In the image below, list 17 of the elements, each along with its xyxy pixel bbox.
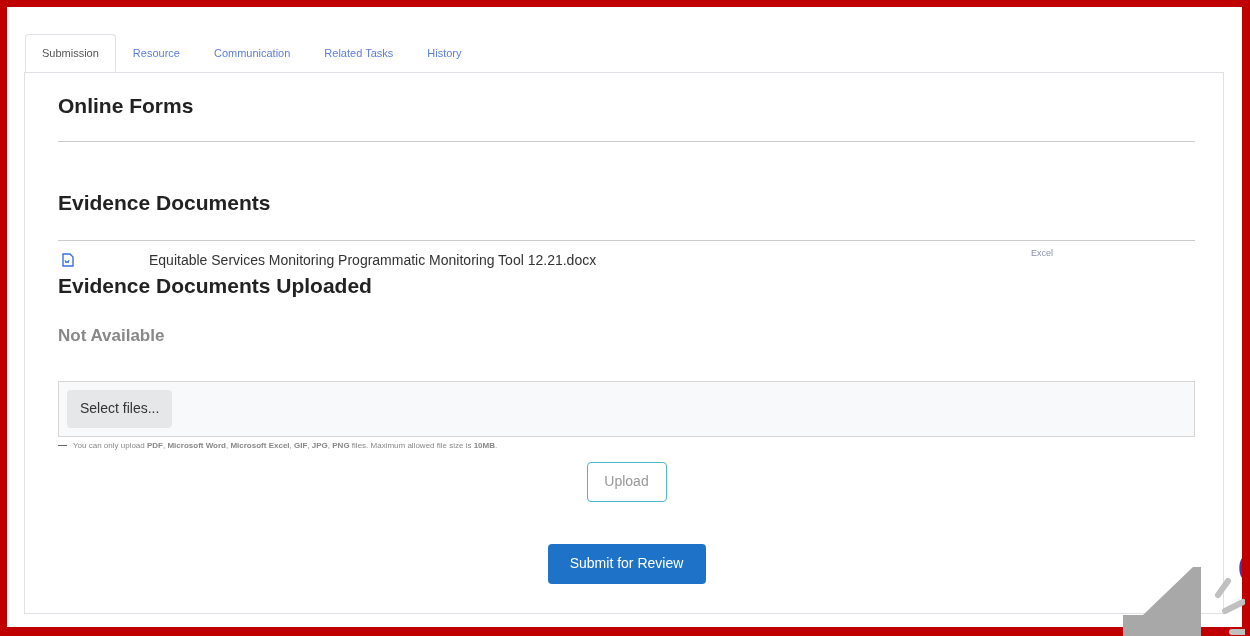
select-files-button[interactable]: Select files... (67, 389, 173, 428)
file-drop-zone[interactable]: Select files... (58, 380, 1195, 437)
section-heading: Online Forms (58, 93, 195, 119)
file-type: Excel (1031, 247, 1053, 261)
document-icon (62, 253, 74, 267)
upload-hint: You can only upload PDF, Microsoft Word, Microsoft Excel, GIF, JPG, PNG files. Maximum allowed file size is 10MB. (73, 439, 498, 452)
upload-button[interactable]: Upload (586, 461, 667, 502)
tab[interactable]: Communication (196, 34, 308, 72)
tab[interactable]: History (410, 34, 479, 72)
tab[interactable]: Submission (25, 34, 116, 72)
section-heading: Evidence Documents (58, 190, 272, 216)
submit-button[interactable]: Submit for Review (547, 543, 706, 584)
tab[interactable]: Resource (115, 34, 197, 72)
file-name[interactable]: Equitable Services Monitoring Programmatic Monitoring Tool 12.21.docx (149, 249, 597, 271)
tab[interactable]: Related Tasks (307, 34, 411, 72)
status-text: Not Available (58, 325, 166, 347)
section-heading: Evidence Documents Uploaded (58, 273, 373, 299)
